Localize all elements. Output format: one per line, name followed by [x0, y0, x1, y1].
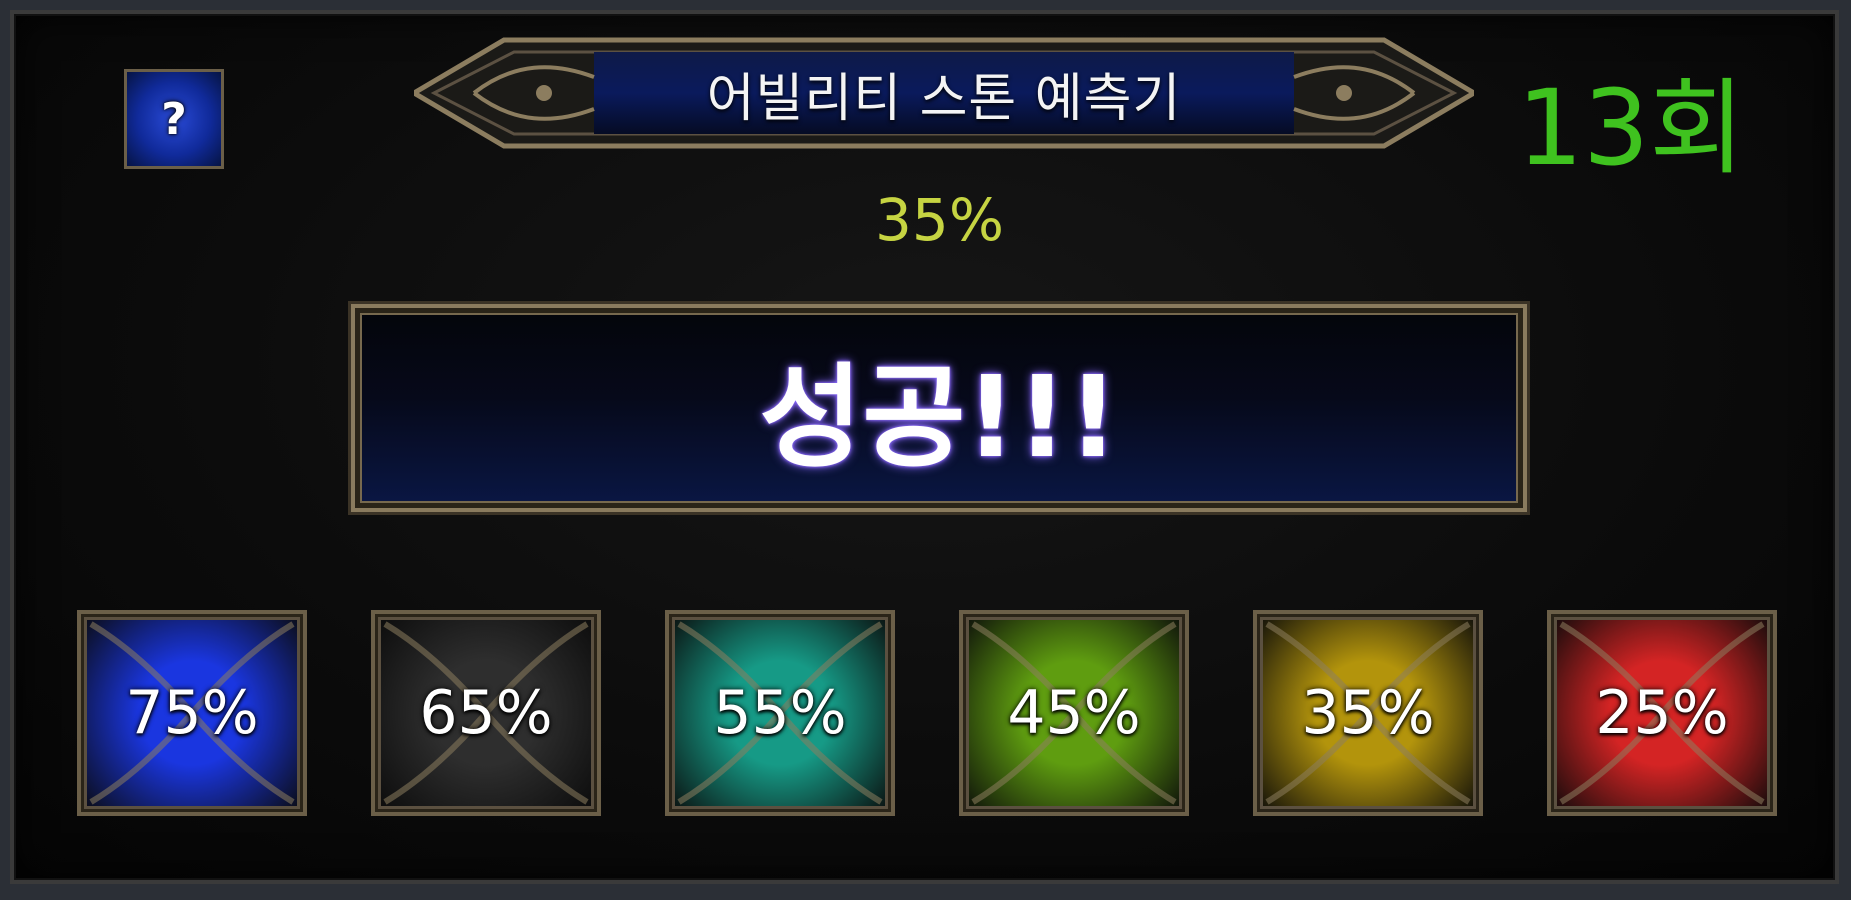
probability-slot-35[interactable]: 35% [1253, 610, 1483, 816]
probability-slot-55[interactable]: 55% [665, 610, 895, 816]
probability-slot-45[interactable]: 45% [959, 610, 1189, 816]
result-display: 성공!!! [351, 304, 1527, 512]
predictor-panel: ? 어빌리티 스톤 예측기 13회 35% 성공!!! 75% 65% 55% … [10, 10, 1839, 884]
probability-slot-25[interactable]: 25% [1547, 610, 1777, 816]
question-mark-icon: ? [161, 93, 187, 145]
result-text: 성공!!! [759, 353, 1119, 483]
probability-slot-row: 75% 65% 55% 45% 35% 25% [14, 610, 1851, 818]
title-banner: 어빌리티 스톤 예측기 [414, 32, 1474, 154]
attempt-count: 13회 [1516, 67, 1745, 189]
slot-label: 65% [419, 678, 553, 748]
slot-label: 35% [1301, 678, 1435, 748]
help-button[interactable]: ? [124, 69, 224, 169]
slot-label: 25% [1595, 678, 1729, 748]
probability-slot-75[interactable]: 75% [77, 610, 307, 816]
window-title: 어빌리티 스톤 예측기 [706, 68, 1182, 129]
probability-slot-65[interactable]: 65% [371, 610, 601, 816]
slot-label: 45% [1007, 678, 1141, 748]
current-probability: 35% [875, 186, 1004, 254]
slot-label: 75% [125, 678, 259, 748]
slot-label: 55% [713, 678, 847, 748]
